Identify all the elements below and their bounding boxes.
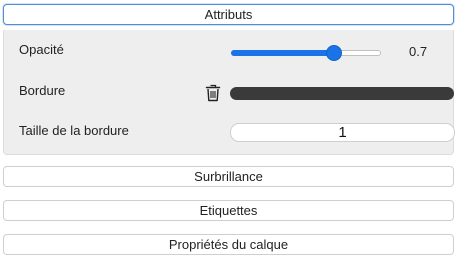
opacity-label: Opacité (19, 42, 64, 57)
proprietes-section-button[interactable]: Propriétés du calque (3, 234, 454, 255)
opacity-value: 0.7 (409, 44, 428, 59)
border-color-picker[interactable] (230, 87, 454, 100)
border-label: Bordure (19, 83, 66, 98)
trash-icon[interactable] (205, 84, 221, 102)
opacity-slider-fill (231, 50, 334, 56)
surbrillance-section-button[interactable]: Surbrillance (3, 166, 454, 187)
border-size-label: Taille de la bordure (19, 123, 129, 138)
etiquettes-section-button[interactable]: Etiquettes (3, 200, 454, 221)
opacity-slider-thumb[interactable] (326, 45, 342, 61)
attributs-panel: Opacité 0.7 Bordure Taille de la bordure (3, 30, 455, 155)
layer-attributes-panel: Attributs Opacité 0.7 Bordure Taille de … (0, 0, 459, 261)
attributs-section-button[interactable]: Attributs (3, 4, 454, 25)
border-size-input[interactable] (230, 123, 455, 142)
